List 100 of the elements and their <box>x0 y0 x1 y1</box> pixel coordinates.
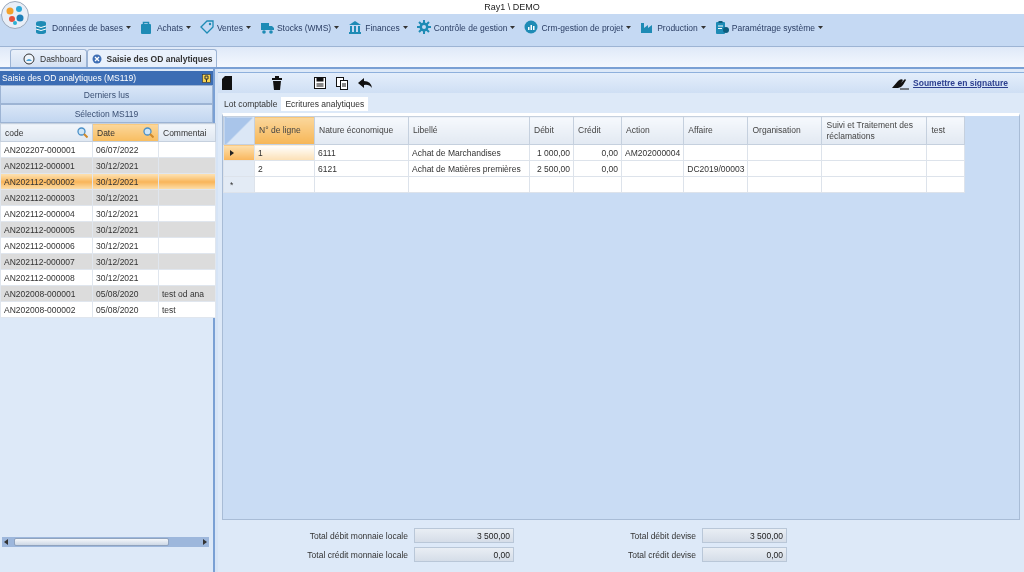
table-cell: AM202000004 <box>625 147 681 158</box>
menu-item[interactable]: Production <box>639 18 707 37</box>
column-header[interactable]: Nature économique <box>314 116 409 145</box>
total-label: Total débit devise <box>629 530 696 541</box>
menu-item[interactable]: Contrôle de gestion <box>415 18 517 37</box>
table-row[interactable]: AN202112-000006 30/12/2021 <box>0 237 216 254</box>
table-cell: 6121 <box>318 163 337 174</box>
table-row[interactable]: AN202112-000007 30/12/2021 <box>0 253 216 270</box>
panel-button[interactable]: Derniers lus <box>0 85 213 104</box>
table-cell: 30/12/2021 <box>96 208 139 219</box>
current-row-icon <box>230 149 234 156</box>
table-cell: AN202112-000004 <box>4 208 75 219</box>
table-cell: 05/08/2020 <box>96 304 139 315</box>
tab[interactable]: Ecritures analytiques <box>281 97 369 111</box>
window-title: Ray1 \ DEMO <box>484 2 540 12</box>
table-cell: 30/12/2021 <box>96 240 139 251</box>
caret-icon <box>817 26 823 29</box>
search-icon <box>77 127 88 138</box>
table-cell: 30/12/2021 <box>96 256 139 267</box>
table-row[interactable]: AN202008-000001 05/08/2020 test od ana <box>0 285 216 302</box>
caret-icon <box>125 26 131 29</box>
caret-icon <box>245 26 251 29</box>
table-row[interactable]: AN202112-000005 30/12/2021 <box>0 221 216 238</box>
caret-icon <box>185 26 191 29</box>
table-cell: 30/12/2021 <box>96 176 139 187</box>
table-cell: AN202112-000003 <box>4 192 75 203</box>
column-header[interactable]: Crédit <box>573 116 622 145</box>
signature-icon <box>892 76 910 90</box>
table-cell: AN202112-000008 <box>4 272 75 283</box>
table-row[interactable]: AN202112-000004 30/12/2021 <box>0 205 216 222</box>
menu-item[interactable]: Crm-gestion de projet <box>523 18 633 37</box>
undo-icon <box>358 77 372 89</box>
copy-icon <box>336 76 348 90</box>
column-header[interactable]: Date <box>92 123 159 142</box>
panel-title: Saisie des OD analytiques (MS119) <box>2 73 137 83</box>
close-icon <box>91 53 102 64</box>
pin-icon <box>202 73 211 83</box>
table-cell: AN202008-000002 <box>4 304 76 315</box>
table-cell: 30/12/2021 <box>96 160 139 171</box>
table-cell: AN202112-000007 <box>4 256 75 267</box>
tab[interactable]: Saisie des OD analytiques <box>86 49 218 67</box>
chart-icon <box>524 20 539 35</box>
menu-item[interactable]: Données de bases <box>34 18 132 37</box>
signature-link[interactable]: Soumettre en signature <box>913 78 1008 88</box>
table-cell: 0,00 <box>601 147 618 158</box>
table-row[interactable]: AN202008-000002 05/08/2020 test <box>0 301 216 318</box>
table-cell: test od ana <box>162 288 205 299</box>
column-header[interactable]: Affaire <box>683 116 748 145</box>
table-cell: 6111 <box>318 147 336 158</box>
menu-item[interactable]: Achats <box>138 18 192 37</box>
total-field: 0,00 <box>702 547 787 562</box>
truck-icon <box>259 20 274 35</box>
tab[interactable]: Dashboard <box>10 49 87 67</box>
table-cell: Achat de Matières premières <box>412 163 521 174</box>
horizontal-scrollbar[interactable] <box>2 537 209 547</box>
table-cell: 05/08/2020 <box>96 288 139 299</box>
column-header[interactable]: test <box>927 116 965 145</box>
column-header[interactable]: Action <box>621 116 684 145</box>
table-cell: 30/12/2021 <box>96 192 139 203</box>
caret-icon <box>334 26 340 29</box>
table-row[interactable]: AN202112-000002 30/12/2021 <box>0 173 216 190</box>
total-label: Total débit monnaie locale <box>308 530 408 541</box>
column-header[interactable]: Débit <box>529 116 574 145</box>
menu-item[interactable]: Ventes <box>198 18 252 37</box>
total-field: 3 500,00 <box>414 528 514 543</box>
table-cell: 30/12/2021 <box>96 224 139 235</box>
caret-icon <box>700 26 706 29</box>
table-cell: 06/07/2022 <box>96 144 139 155</box>
column-header[interactable]: Libellé <box>408 116 530 145</box>
total-label: Total crédit monnaie locale <box>306 549 408 560</box>
column-header[interactable]: Organisation <box>748 116 822 145</box>
table-cell: AN202112-000001 <box>4 160 75 171</box>
bank-icon <box>348 20 363 35</box>
table-row[interactable]: AN202112-000003 30/12/2021 <box>0 189 216 206</box>
database-icon <box>35 20 49 35</box>
scroll-left-icon <box>4 539 8 545</box>
column-header[interactable]: Suivi et Traitement des réclamations <box>822 116 927 145</box>
table-cell: test <box>162 304 176 315</box>
table-cell: AN202112-000006 <box>4 240 75 251</box>
table-row[interactable]: AN202207-000001 06/07/2022 <box>0 141 216 158</box>
table-cell: AN202112-000005 <box>4 224 75 235</box>
column-header[interactable]: Commentai <box>158 123 216 142</box>
tag-icon <box>199 20 214 35</box>
table-cell: 2 500,00 <box>536 163 570 174</box>
total-field: 3 500,00 <box>702 528 787 543</box>
table-cell: 0,00 <box>601 163 618 174</box>
total-label: Total crédit devise <box>626 549 696 560</box>
column-header[interactable]: N° de ligne <box>254 116 315 145</box>
table-row[interactable]: AN202112-000001 30/12/2021 <box>0 157 216 174</box>
column-header[interactable]: code <box>0 123 93 142</box>
trash-icon <box>272 76 282 90</box>
menu-item[interactable]: Stocks (WMS) <box>258 18 341 37</box>
caret-icon <box>402 26 408 29</box>
menu-item[interactable]: Paramétrage système <box>713 18 824 37</box>
table-row[interactable]: AN202112-000008 30/12/2021 <box>0 269 216 286</box>
panel-button[interactable]: Sélection MS119 <box>0 104 213 123</box>
menu-item[interactable]: Finances <box>347 18 409 37</box>
factory-icon <box>640 20 655 35</box>
tab[interactable]: Lot comptable <box>220 97 282 111</box>
new-row-marker: * <box>230 179 234 190</box>
